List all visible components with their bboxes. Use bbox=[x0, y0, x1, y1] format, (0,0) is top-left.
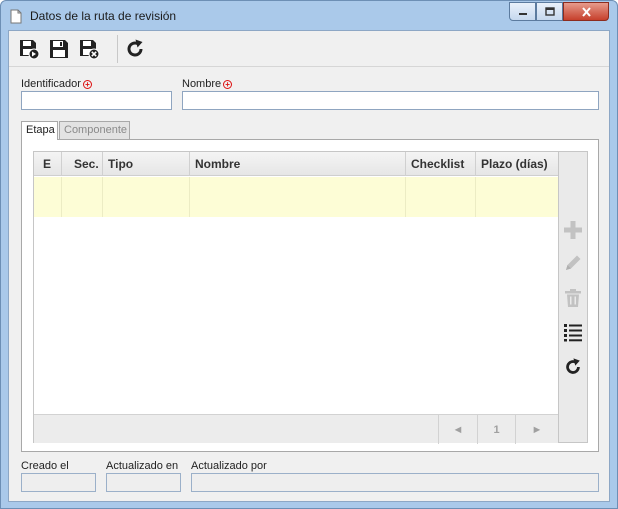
pager-page-number: 1 bbox=[477, 415, 515, 444]
table-row[interactable] bbox=[34, 177, 558, 217]
save-close-button[interactable] bbox=[77, 37, 101, 61]
tab-panel-etapa: E Sec. Tipo Nombre Checklist Plazo (días… bbox=[21, 139, 599, 452]
nombre-field[interactable] bbox=[182, 91, 599, 110]
toolbar-separator bbox=[117, 35, 118, 63]
list-icon bbox=[564, 324, 582, 342]
save-new-icon bbox=[20, 40, 40, 60]
grid-refresh-button[interactable] bbox=[561, 355, 585, 379]
updated-on-field bbox=[106, 473, 181, 492]
cell-tipo bbox=[103, 177, 190, 217]
grid-pager: ◄ 1 ► bbox=[34, 414, 558, 444]
list-button[interactable] bbox=[561, 320, 585, 344]
save-new-button[interactable] bbox=[17, 37, 41, 61]
close-button[interactable] bbox=[563, 2, 609, 21]
trash-icon bbox=[565, 289, 581, 307]
save-icon bbox=[50, 40, 68, 58]
column-header-e[interactable]: E bbox=[34, 152, 62, 176]
grid-actions bbox=[559, 151, 588, 443]
close-icon bbox=[581, 6, 591, 17]
plus-icon bbox=[564, 221, 582, 239]
nombre-label: Nombre + bbox=[182, 78, 233, 90]
updated-by-label: Actualizado por bbox=[191, 460, 267, 472]
cell-plazo bbox=[476, 177, 558, 217]
cell-e bbox=[34, 177, 62, 217]
updated-on-label: Actualizado en bbox=[106, 460, 179, 472]
document-icon bbox=[10, 9, 22, 24]
tab-componente[interactable]: Componente bbox=[59, 121, 130, 139]
identificador-field[interactable] bbox=[21, 91, 172, 110]
tab-etapa[interactable]: Etapa bbox=[21, 121, 58, 140]
column-header-nombre[interactable]: Nombre bbox=[190, 152, 406, 176]
column-header-tipo[interactable]: Tipo bbox=[103, 152, 190, 176]
column-header-sec[interactable]: Sec. bbox=[62, 152, 103, 176]
refresh-icon bbox=[566, 358, 580, 374]
delete-button[interactable] bbox=[561, 286, 585, 310]
minimize-icon bbox=[518, 12, 527, 15]
updated-by-field bbox=[191, 473, 599, 492]
maximize-icon bbox=[544, 7, 555, 16]
save-close-icon bbox=[80, 40, 100, 60]
stages-grid: E Sec. Tipo Nombre Checklist Plazo (días… bbox=[33, 151, 559, 444]
created-field bbox=[21, 473, 96, 492]
toolbar bbox=[9, 31, 609, 67]
pencil-icon bbox=[566, 255, 581, 270]
title-bar[interactable]: Datos de la ruta de revisión bbox=[1, 1, 617, 30]
required-icon: + bbox=[82, 80, 92, 89]
refresh-icon bbox=[127, 39, 143, 57]
window-frame: Datos de la ruta de revisión Identificad… bbox=[0, 0, 618, 509]
column-header-checklist[interactable]: Checklist bbox=[406, 152, 476, 176]
required-icon: + bbox=[223, 80, 233, 89]
minimize-button[interactable] bbox=[509, 2, 536, 21]
maximize-button[interactable] bbox=[536, 2, 563, 21]
column-header-plazo[interactable]: Plazo (días) bbox=[476, 152, 558, 176]
save-button[interactable] bbox=[47, 37, 71, 61]
identificador-label: Identificador + bbox=[21, 78, 92, 90]
cell-checklist bbox=[406, 177, 476, 217]
pager-prev-button[interactable]: ◄ bbox=[438, 415, 477, 444]
edit-button[interactable] bbox=[561, 251, 585, 275]
grid-header: E Sec. Tipo Nombre Checklist Plazo (días… bbox=[34, 152, 558, 176]
dialog-body: Identificador + Nombre + Etapa Componente … bbox=[8, 30, 610, 502]
cell-sec bbox=[62, 177, 103, 217]
pager-next-button[interactable]: ► bbox=[515, 415, 558, 444]
window-title: Datos de la ruta de revisión bbox=[30, 9, 177, 23]
refresh-button[interactable] bbox=[123, 37, 147, 61]
created-label: Creado el bbox=[21, 460, 69, 472]
add-button[interactable] bbox=[561, 218, 585, 242]
cell-nombre bbox=[190, 177, 406, 217]
